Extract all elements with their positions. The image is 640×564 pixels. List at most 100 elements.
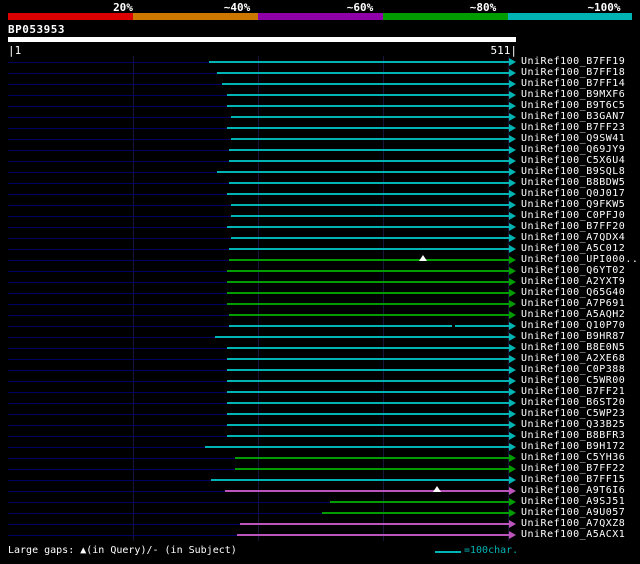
alignment-label[interactable]: UniRef100_A7QXZ8 xyxy=(521,518,625,529)
alignment-bar[interactable] xyxy=(227,424,509,426)
alignment-label[interactable]: UniRef100_Q9FKW5 xyxy=(521,199,625,210)
alignment-bar[interactable] xyxy=(321,512,509,514)
alignment-bar[interactable] xyxy=(227,105,509,107)
alignment-bar[interactable] xyxy=(229,325,509,327)
alignment-bar[interactable] xyxy=(229,182,509,184)
alignment-label[interactable]: UniRef100_B9MXF6 xyxy=(521,89,625,100)
alignment-label[interactable]: UniRef100_Q6YT02 xyxy=(521,265,625,276)
alignment-bar[interactable] xyxy=(227,347,509,349)
alignment-bar[interactable] xyxy=(222,83,509,85)
alignment-label[interactable]: UniRef100_UPI000... xyxy=(521,254,640,265)
alignment-label[interactable]: UniRef100_A9U057 xyxy=(521,507,625,518)
alignment-label[interactable]: UniRef100_A7QDX4 xyxy=(521,232,625,243)
alignment-label[interactable]: UniRef100_B6ST20 xyxy=(521,397,625,408)
row-leader-line xyxy=(8,370,228,371)
alignment-bar[interactable] xyxy=(227,380,509,382)
alignment-bar[interactable] xyxy=(235,457,509,459)
alignment-label[interactable]: UniRef100_B7FF21 xyxy=(521,386,625,397)
alignment-label[interactable]: UniRef100_A9T6I6 xyxy=(521,485,625,496)
alignment-label[interactable]: UniRef100_C0PFJ0 xyxy=(521,210,625,221)
alignment-bar[interactable] xyxy=(227,127,509,129)
alignment-bar[interactable] xyxy=(237,534,509,536)
row-leader-line xyxy=(8,205,232,206)
alignment-bar[interactable] xyxy=(229,259,509,261)
alignment-bar[interactable] xyxy=(231,215,509,217)
alignment-label[interactable]: UniRef100_B7FF14 xyxy=(521,78,625,89)
alignment-bar[interactable] xyxy=(205,446,509,448)
alignment-bar[interactable] xyxy=(240,523,509,525)
scale-unit-label: =100char. xyxy=(464,545,519,556)
alignment-label[interactable]: UniRef100_B9H172 xyxy=(521,441,625,452)
alignment-bar[interactable] xyxy=(231,116,509,118)
alignment-label[interactable]: UniRef100_B7FF19 xyxy=(521,56,625,67)
alignment-bar[interactable] xyxy=(229,314,509,316)
alignment-label[interactable]: UniRef100_B9HR87 xyxy=(521,331,625,342)
alignment-label[interactable]: UniRef100_Q0J017 xyxy=(521,188,625,199)
alignment-bar[interactable] xyxy=(227,281,509,283)
alignment-label[interactable]: UniRef100_B8BDW5 xyxy=(521,177,625,188)
alignment-bar[interactable] xyxy=(227,369,509,371)
alignment-bar[interactable] xyxy=(235,468,509,470)
alignment-label[interactable]: UniRef100_A5C012 xyxy=(521,243,625,254)
alignment-label[interactable]: UniRef100_A9SJ51 xyxy=(521,496,625,507)
alignment-label[interactable]: UniRef100_A2XE68 xyxy=(521,353,625,364)
alignment-bar[interactable] xyxy=(229,160,509,162)
alignment-arrowhead xyxy=(509,377,516,385)
alignment-bar[interactable] xyxy=(227,226,509,228)
alignment-label[interactable]: UniRef100_B7FF18 xyxy=(521,67,625,78)
alignment-bar[interactable] xyxy=(217,72,509,74)
alignment-bar[interactable] xyxy=(329,501,509,503)
alignment-label[interactable]: UniRef100_A5ACX1 xyxy=(521,529,625,540)
alignment-label[interactable]: UniRef100_Q69JY9 xyxy=(521,144,625,155)
alignment-label[interactable]: UniRef100_Q33B25 xyxy=(521,419,625,430)
row-leader-line xyxy=(8,194,228,195)
alignment-bar[interactable] xyxy=(231,204,509,206)
alignment-label[interactable]: UniRef100_B8E0N5 xyxy=(521,342,625,353)
alignment-bar[interactable] xyxy=(227,391,509,393)
alignment-label[interactable]: UniRef100_C0P388 xyxy=(521,364,625,375)
alignment-bar[interactable] xyxy=(227,402,509,404)
alignment-label[interactable]: UniRef100_C5YH36 xyxy=(521,452,625,463)
alignment-label[interactable]: UniRef100_B7FF23 xyxy=(521,122,625,133)
alignment-bar[interactable] xyxy=(209,61,509,63)
alignment-label[interactable]: UniRef100_Q65G40 xyxy=(521,287,625,298)
alignment-label[interactable]: UniRef100_C5WP23 xyxy=(521,408,625,419)
alignment-label[interactable]: UniRef100_C5X6U4 xyxy=(521,155,625,166)
alignment-bar[interactable] xyxy=(227,303,509,305)
alignment-bar[interactable] xyxy=(227,292,509,294)
alignment-arrowhead xyxy=(509,80,516,88)
alignment-label[interactable]: UniRef100_B8BFR3 xyxy=(521,430,625,441)
row-leader-line xyxy=(8,139,232,140)
alignment-label[interactable]: UniRef100_C5WR00 xyxy=(521,375,625,386)
alignment-label[interactable]: UniRef100_Q10P70 xyxy=(521,320,625,331)
alignment-arrowhead xyxy=(509,267,516,275)
alignment-label[interactable]: UniRef100_B7FF15 xyxy=(521,474,625,485)
alignment-bar[interactable] xyxy=(231,237,509,239)
alignment-label[interactable]: UniRef100_B7FF20 xyxy=(521,221,625,232)
alignment-arrowhead xyxy=(509,146,516,154)
alignment-label[interactable]: UniRef100_A7P691 xyxy=(521,298,625,309)
alignment-label[interactable]: UniRef100_B3GAN7 xyxy=(521,111,625,122)
alignment-label[interactable]: UniRef100_Q9SW41 xyxy=(521,133,625,144)
alignment-bar[interactable] xyxy=(225,490,509,492)
alignment-bar[interactable] xyxy=(211,479,509,481)
alignment-bar[interactable] xyxy=(229,248,509,250)
alignment-bar[interactable] xyxy=(229,149,509,151)
alignment-label[interactable]: UniRef100_B9T6C5 xyxy=(521,100,625,111)
row-leader-line xyxy=(8,381,228,382)
alignment-bar[interactable] xyxy=(227,435,509,437)
alignment-bar[interactable] xyxy=(227,270,509,272)
alignment-bar[interactable] xyxy=(227,94,509,96)
alignment-label[interactable]: UniRef100_B9SQL8 xyxy=(521,166,625,177)
alignment-bar[interactable] xyxy=(227,193,509,195)
alignment-label[interactable]: UniRef100_A2YXT9 xyxy=(521,276,625,287)
row-leader-line xyxy=(8,106,228,107)
alignment-bar[interactable] xyxy=(227,358,509,360)
alignment-label[interactable]: UniRef100_B7FF22 xyxy=(521,463,625,474)
alignment-bar[interactable] xyxy=(215,336,509,338)
alignment-label[interactable]: UniRef100_A5AQH2 xyxy=(521,309,625,320)
alignment-bar[interactable] xyxy=(217,171,509,173)
alignment-arrowhead xyxy=(509,289,516,297)
alignment-bar[interactable] xyxy=(231,138,509,140)
alignment-bar[interactable] xyxy=(227,413,509,415)
